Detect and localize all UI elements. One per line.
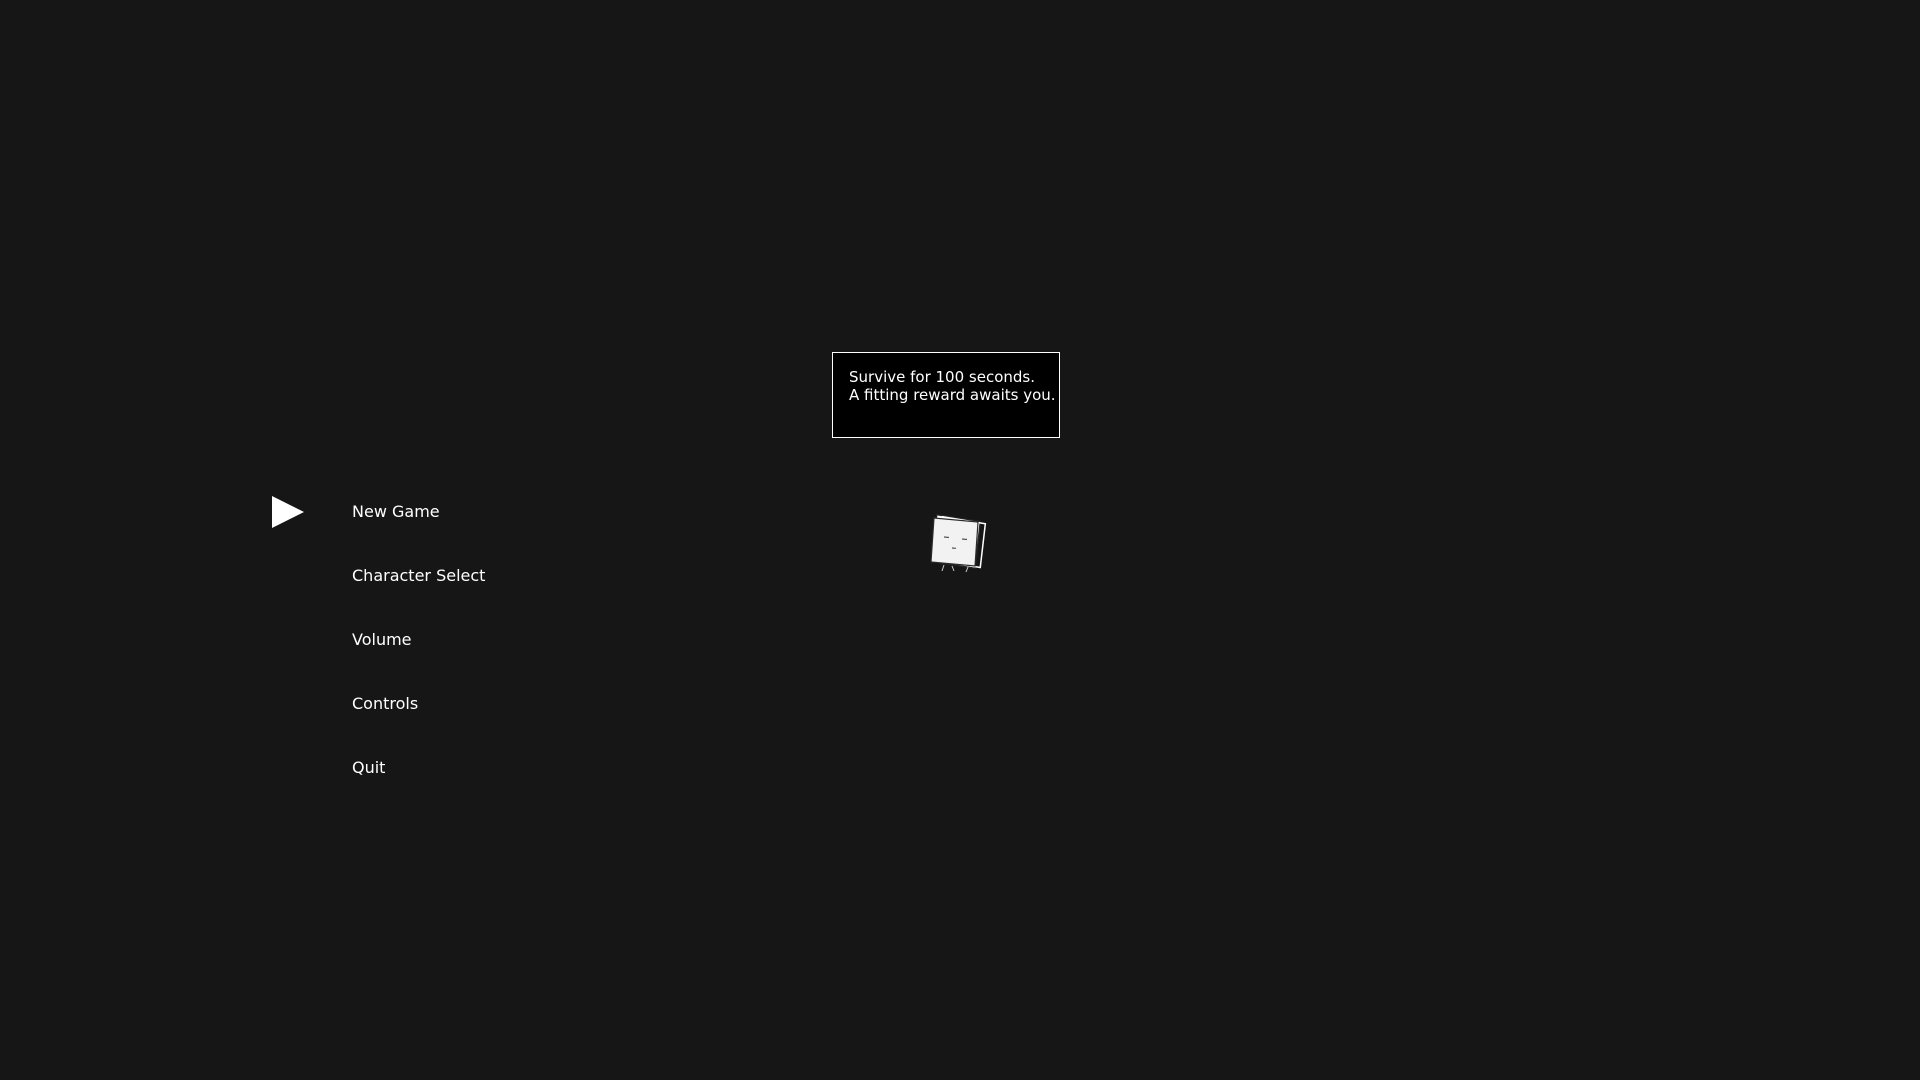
game-screen: Survive for 100 seconds. A fitting rewar… <box>0 0 1920 1080</box>
menu-item-new-game[interactable]: New Game <box>352 502 440 522</box>
menu-item-character-select[interactable]: Character Select <box>352 566 485 586</box>
hint-line-2: A fitting reward awaits you. <box>849 386 1056 404</box>
cube-character-sprite <box>930 513 987 573</box>
menu-item-quit[interactable]: Quit <box>352 758 385 778</box>
play-arrow-icon <box>272 496 304 528</box>
menu-item-controls[interactable]: Controls <box>352 694 418 714</box>
menu-item-volume[interactable]: Volume <box>352 630 412 650</box>
hint-line-1: Survive for 100 seconds. <box>849 368 1035 386</box>
objective-hint-box: Survive for 100 seconds. A fitting rewar… <box>832 352 1060 438</box>
